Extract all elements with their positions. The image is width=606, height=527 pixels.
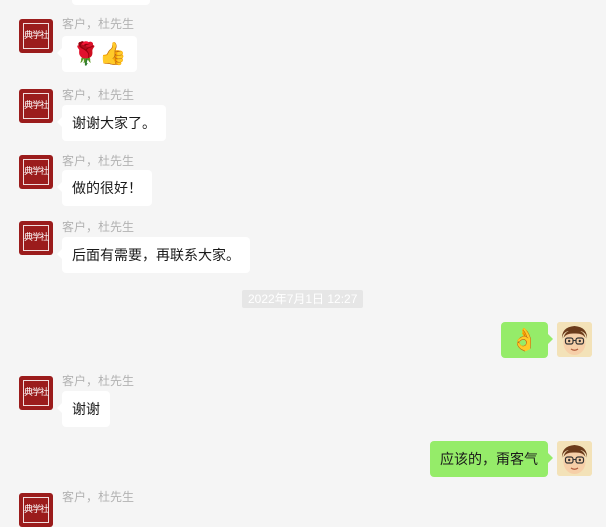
chat-timestamp: 2022年7月1日 12:27 xyxy=(242,290,364,308)
logo-seal: 典学社 xyxy=(23,225,49,251)
cartoon-face-avatar[interactable] xyxy=(557,441,592,476)
cartoon-face-icon xyxy=(557,322,592,357)
message-bubble[interactable]: 🌹👍 xyxy=(57,36,137,72)
sender-name: 客户，杜先生 xyxy=(62,220,135,234)
cartoon-face-avatar[interactable] xyxy=(557,322,592,357)
cartoon-face-icon xyxy=(557,441,592,476)
sender-name: 客户，杜先生 xyxy=(62,490,135,504)
school-logo-avatar[interactable]: 典学社 xyxy=(19,221,53,255)
logo-seal: 典学社 xyxy=(23,380,49,406)
logo-seal: 典学社 xyxy=(23,23,49,49)
sender-name: 客户，杜先生 xyxy=(62,88,135,102)
logo-seal: 典学社 xyxy=(23,93,49,119)
school-logo-avatar[interactable]: 典学社 xyxy=(19,89,53,123)
school-logo-avatar[interactable]: 典学社 xyxy=(19,155,53,189)
message-bubble[interactable]: 后面有需要，再联系大家。 xyxy=(57,237,250,273)
previous-message-bubble xyxy=(72,0,150,5)
message-bubble[interactable]: 做的很好！ xyxy=(57,170,152,206)
message-bubble[interactable]: 谢谢大家了。 xyxy=(57,105,166,141)
message-bubble-outgoing[interactable]: 应该的，甭客气 xyxy=(430,441,553,477)
school-logo-avatar[interactable]: 典学社 xyxy=(19,376,53,410)
message-bubble-outgoing[interactable]: 👌 xyxy=(500,322,554,358)
school-logo-avatar[interactable]: 典学社 xyxy=(19,493,53,527)
sender-name: 客户，杜先生 xyxy=(62,374,135,388)
sender-name: 客户，杜先生 xyxy=(62,17,135,31)
sender-name: 客户，杜先生 xyxy=(62,154,135,168)
logo-seal: 典学社 xyxy=(23,497,49,523)
school-logo-avatar[interactable]: 典学社 xyxy=(19,19,53,53)
message-bubble[interactable]: 谢谢 xyxy=(57,391,110,427)
logo-seal: 典学社 xyxy=(23,159,49,185)
